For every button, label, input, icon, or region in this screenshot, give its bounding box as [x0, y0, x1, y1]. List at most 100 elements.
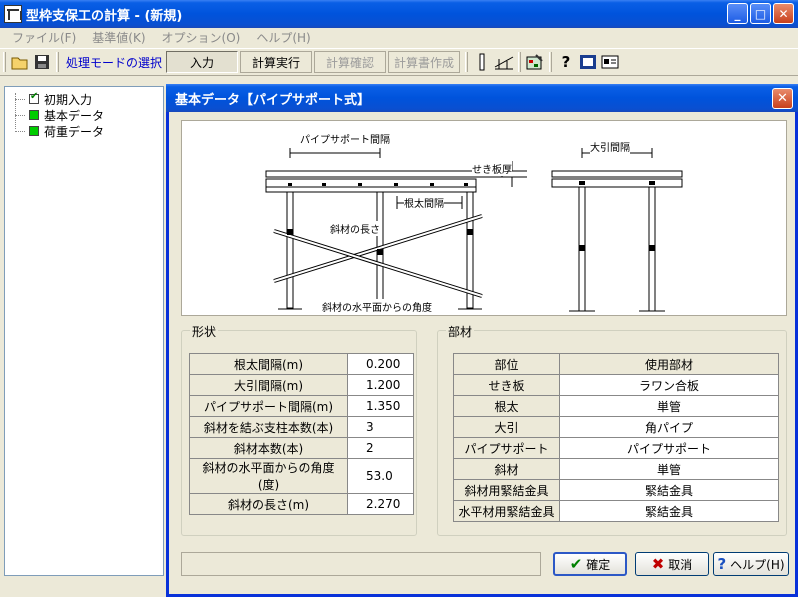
cancel-button[interactable]: ✖ 取消	[635, 552, 709, 576]
minimize-button[interactable]: _	[727, 3, 748, 24]
shape-table: 根太間隔(m) 0.200 大引間隔(m) 1.200 パイプサポート間隔(m)…	[189, 353, 414, 515]
app-title: 型枠支保工の計算 - (新規)	[26, 8, 183, 24]
load-diagram-icon[interactable]	[493, 51, 515, 73]
tree-item-basic-data[interactable]: 基本データ	[15, 107, 163, 123]
material-select[interactable]: 緊結金具	[559, 479, 779, 501]
part-cell: 斜材	[453, 458, 560, 480]
table-row: 根太間隔(m) 0.200	[189, 353, 414, 375]
menu-standard[interactable]: 基準値(K)	[84, 29, 153, 46]
label-brace-length: 斜材の長さ	[330, 221, 380, 236]
part-cell: 斜材用緊結金具	[453, 479, 560, 501]
toolbar-grip[interactable]	[465, 52, 469, 72]
menu-bar: ファイル(F) 基準値(K) オプション(O) ヘルプ(H)	[0, 28, 798, 47]
table-row: 斜材本数(本) 2	[189, 437, 414, 459]
mode-input-button[interactable]: 入力	[166, 51, 239, 73]
cross-icon: ✖	[651, 555, 665, 573]
toolbar-grip[interactable]	[56, 52, 59, 72]
column-header-part: 部位	[453, 353, 560, 375]
row-label: 斜材を結ぶ支柱本数(本)	[189, 416, 348, 438]
table-header-row: 部位 使用部材	[453, 353, 779, 375]
basic-data-dialog: 基本データ【パイプサポート式】 ✕ パイプサポート間隔 せき板厚 根太間隔 斜材…	[166, 84, 798, 597]
pipe-support-spacing-input[interactable]: 1.350	[347, 395, 414, 417]
part-cell: 大引	[453, 416, 560, 438]
table-row: 斜材の長さ(m) 2.270	[189, 493, 414, 515]
table-row: パイプサポート パイプサポート	[453, 437, 779, 459]
help-button-label: ヘルプ(H)	[730, 557, 785, 572]
menu-options[interactable]: オプション(O)	[154, 29, 249, 46]
material-select[interactable]: 緊結金具	[559, 500, 779, 522]
app-icon	[4, 5, 22, 23]
table-row: せき板 ラワン合板	[453, 374, 779, 396]
table-row: 斜材 単管	[453, 458, 779, 480]
material-select[interactable]: ラワン合板	[559, 374, 779, 396]
help-question-icon[interactable]: ?	[555, 51, 577, 73]
mode-run-calc-button[interactable]: 計算実行	[240, 51, 313, 73]
toolbar-grip[interactable]	[3, 52, 6, 72]
tree-item-label: 初期入力	[44, 92, 93, 107]
help-button[interactable]: ? ヘルプ(H)	[713, 552, 789, 576]
table-row: パイプサポート間隔(m) 1.350	[189, 395, 414, 417]
row-label: 根太間隔(m)	[189, 353, 348, 375]
maximize-button[interactable]: □	[750, 3, 771, 24]
table-row: 根太 単管	[453, 395, 779, 417]
toolbar-grip[interactable]	[549, 52, 553, 72]
label-slab-thickness: せき板厚	[472, 161, 512, 176]
part-cell: パイプサポート	[453, 437, 560, 459]
dialog-titlebar: 基本データ【パイプサポート式】	[166, 84, 798, 112]
label-beam-spacing: 大引間隔	[590, 139, 630, 154]
shape-group: 形状 根太間隔(m) 0.200 大引間隔(m) 1.200 パイプサポート間隔…	[181, 323, 417, 536]
row-label: 斜材本数(本)	[189, 437, 348, 459]
checked-box-icon	[29, 91, 39, 104]
cancel-button-label: 取消	[668, 557, 693, 572]
brace-post-count-input[interactable]: 3	[347, 416, 414, 438]
toolbar: 処理モードの選択 入力 計算実行 計算確認 計算書作成 ?	[0, 48, 798, 76]
ok-button-label: 確定	[586, 557, 611, 572]
app-titlebar: 型枠支保工の計算 - (新規) _ □ ✕	[0, 0, 798, 28]
table-row: 水平材用緊結金具 緊結金具	[453, 500, 779, 522]
material-select[interactable]: 単管	[559, 395, 779, 417]
column-icon[interactable]	[471, 51, 493, 73]
part-cell: せき板	[453, 374, 560, 396]
info-card-icon[interactable]	[599, 51, 621, 73]
mode-check-calc-button[interactable]: 計算確認	[314, 51, 387, 73]
menu-help[interactable]: ヘルプ(H)	[248, 29, 318, 46]
joist-spacing-input[interactable]: 0.200	[347, 353, 414, 375]
material-select[interactable]: パイプサポート	[559, 437, 779, 459]
material-select[interactable]: 角パイプ	[559, 416, 779, 438]
dialog-title: 基本データ【パイプサポート式】	[175, 92, 371, 108]
brace-length-input[interactable]: 2.270	[347, 493, 414, 515]
navigation-tree: 初期入力 基本データ 荷重データ	[4, 86, 164, 576]
toolbar-grip[interactable]	[518, 52, 522, 72]
tree-item-initial-input[interactable]: 初期入力	[15, 91, 163, 107]
support-structure-figure: パイプサポート間隔 せき板厚 根太間隔 斜材の長さ 斜材の水平面からの角度 大引…	[181, 120, 787, 316]
menu-file[interactable]: ファイル(F)	[4, 29, 84, 46]
green-square-icon	[29, 110, 39, 120]
mode-report-button[interactable]: 計算書作成	[388, 51, 461, 73]
settings-table-icon[interactable]	[524, 51, 546, 73]
row-label: 斜材の長さ(m)	[189, 493, 348, 515]
shape-group-title: 形状	[190, 323, 219, 340]
open-folder-icon[interactable]	[9, 51, 31, 73]
beam-spacing-input[interactable]: 1.200	[347, 374, 414, 396]
label-pipe-spacing: パイプサポート間隔	[300, 131, 390, 146]
close-window-button[interactable]: ✕	[773, 3, 794, 24]
tree-item-label: 基本データ	[44, 108, 105, 123]
tree-item-load-data[interactable]: 荷重データ	[15, 123, 163, 139]
label-joist-spacing: 根太間隔	[404, 195, 444, 210]
dialog-close-button[interactable]: ✕	[772, 88, 793, 109]
help-question-icon: ?	[717, 555, 727, 573]
status-field	[181, 552, 541, 576]
ok-button[interactable]: ✔ 確定	[553, 552, 627, 576]
scaffold-diagram	[265, 148, 683, 312]
row-label: 大引間隔(m)	[189, 374, 348, 396]
brace-angle-input[interactable]: 53.0	[347, 458, 414, 494]
brace-count-input[interactable]: 2	[347, 437, 414, 459]
row-label: 斜材の水平面からの角度(度)	[189, 458, 348, 494]
material-select[interactable]: 単管	[559, 458, 779, 480]
table-row: 斜材を結ぶ支柱本数(本) 3	[189, 416, 414, 438]
manual-book-icon[interactable]	[577, 51, 599, 73]
green-square-icon	[29, 126, 39, 136]
save-disk-icon[interactable]	[31, 51, 53, 73]
part-cell: 水平材用緊結金具	[453, 500, 560, 522]
check-icon: ✔	[569, 555, 583, 573]
